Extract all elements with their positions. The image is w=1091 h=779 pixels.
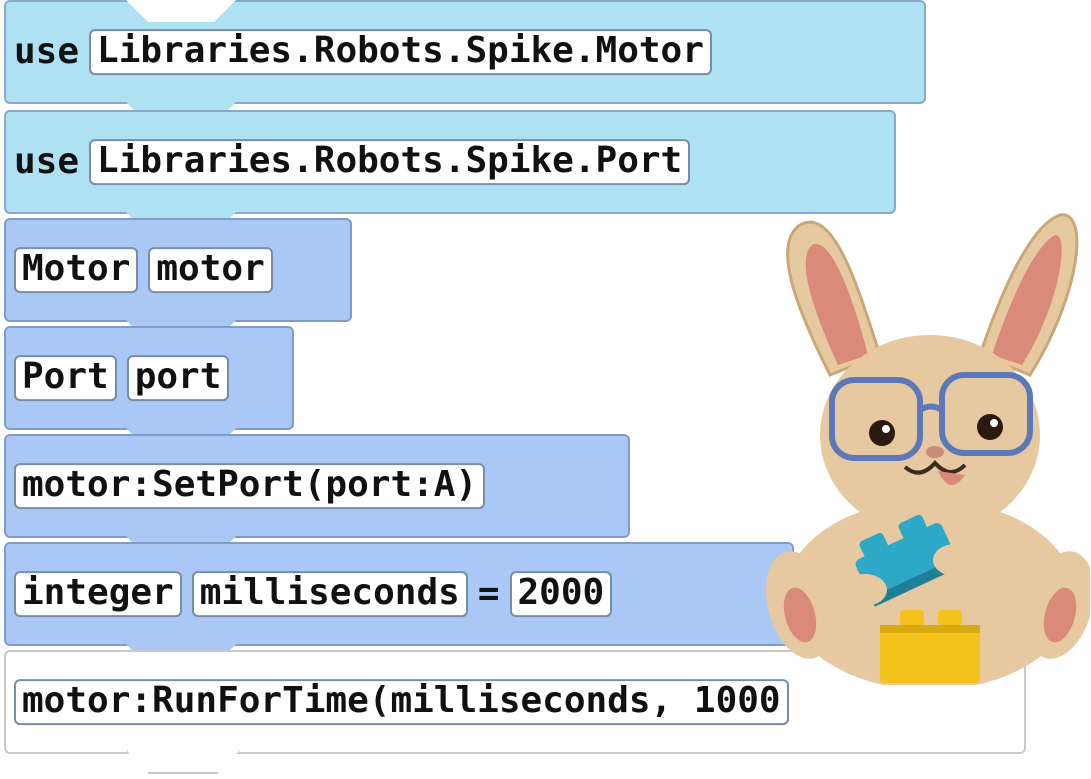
type-field[interactable]: Port (14, 355, 117, 401)
library-path-field[interactable]: Libraries.Robots.Spike.Port (89, 139, 691, 185)
bunny-with-glasses-mascot (765, 213, 1090, 685)
library-path-field[interactable]: Libraries.Robots.Spike.Motor (89, 29, 712, 75)
use-keyword: use (14, 31, 80, 73)
type-field[interactable]: Motor (14, 247, 139, 293)
block-notch (126, 750, 240, 774)
assignment-operator: = (477, 573, 500, 615)
use-port-block[interactable]: use Libraries.Robots.Spike.Port (4, 110, 896, 234)
milliseconds-declaration-block[interactable]: integer milliseconds = 2000 (4, 542, 794, 666)
block-notch (126, 0, 236, 22)
type-field[interactable]: integer (14, 571, 182, 617)
variable-name-field[interactable]: port (126, 355, 230, 401)
use-keyword: use (14, 141, 80, 183)
set-port-block[interactable]: motor:SetPort(port:A) (4, 434, 630, 558)
port-declaration-block[interactable]: Port port (4, 326, 294, 450)
value-field[interactable]: 2000 (509, 571, 613, 617)
variable-name-field[interactable]: motor (148, 247, 273, 293)
motor-declaration-block[interactable]: Motor motor (4, 218, 352, 342)
statement-field[interactable]: motor:RunForTime(milliseconds, 1000 (14, 679, 789, 725)
statement-field[interactable]: motor:SetPort(port:A) (14, 463, 486, 509)
variable-name-field[interactable]: milliseconds (191, 571, 468, 617)
use-motor-block[interactable]: use Libraries.Robots.Spike.Motor (4, 0, 926, 124)
